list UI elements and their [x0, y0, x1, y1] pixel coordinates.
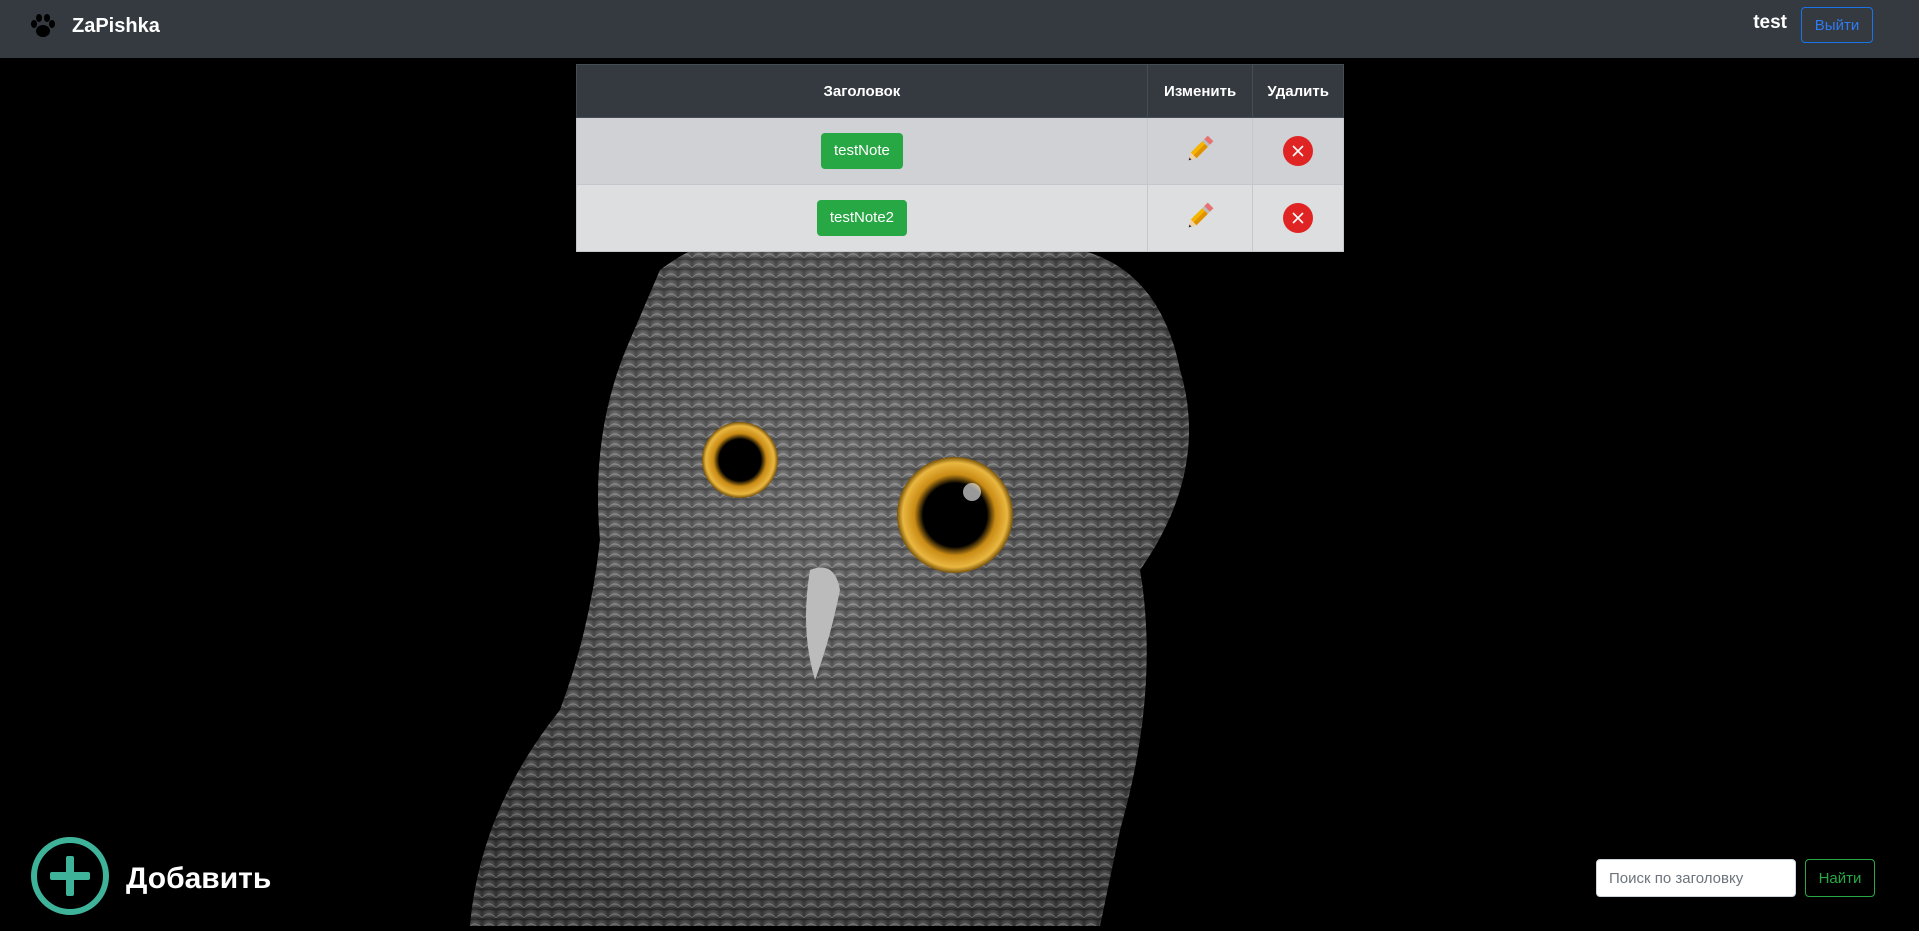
notes-table: Заголовок Изменить Удалить testNote test…: [576, 64, 1344, 252]
close-circle-icon[interactable]: [1283, 203, 1314, 233]
add-button[interactable]: Добавить: [30, 836, 271, 921]
title-cell: testNote: [576, 117, 1148, 185]
user-name: test: [1753, 12, 1787, 33]
pencil-icon[interactable]: [1183, 135, 1217, 170]
plus-circle-icon: [30, 836, 110, 921]
edit-cell: [1146, 117, 1254, 185]
header-delete: Удалить: [1252, 64, 1344, 118]
title-cell: testNote2: [576, 184, 1148, 252]
edit-cell: [1146, 184, 1254, 252]
header-title: Заголовок: [576, 64, 1148, 118]
delete-cell: [1252, 184, 1344, 252]
add-label: Добавить: [126, 861, 272, 895]
close-circle-icon[interactable]: [1283, 136, 1314, 166]
table-row: testNote: [576, 117, 1344, 185]
delete-cell: [1252, 117, 1344, 185]
paw-icon: [28, 11, 58, 41]
search-button[interactable]: Найти: [1805, 859, 1875, 897]
table-header-row: Заголовок Изменить Удалить: [576, 64, 1344, 118]
note-title-button[interactable]: testNote2: [816, 200, 908, 236]
navbar: ZaPishka test Выйти: [0, 0, 1919, 58]
pencil-icon[interactable]: [1183, 202, 1217, 237]
note-title-button[interactable]: testNote: [820, 133, 903, 169]
search-input[interactable]: [1596, 859, 1796, 897]
brand[interactable]: ZaPishka: [28, 8, 160, 44]
header-edit: Изменить: [1146, 64, 1254, 118]
owl-photo: [440, 210, 1400, 927]
brand-name: ZaPishka: [72, 14, 160, 37]
table-row: testNote2: [576, 184, 1344, 252]
logout-button[interactable]: Выйти: [1801, 7, 1873, 43]
